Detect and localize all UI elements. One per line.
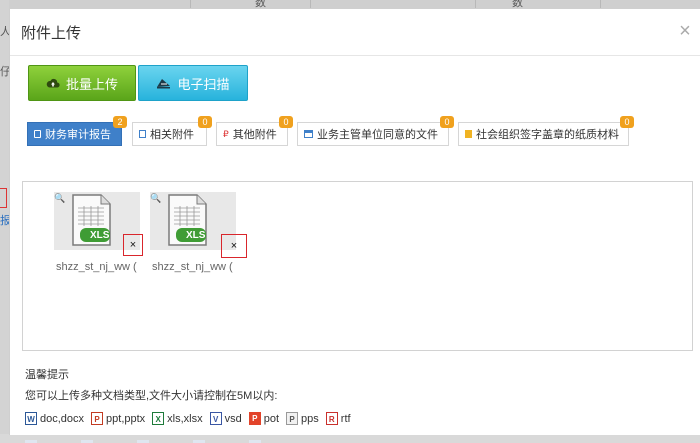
tab-count-badge: 0 <box>440 116 454 128</box>
folder-icon <box>139 130 146 138</box>
tab-label: 财务审计报告 <box>45 129 111 141</box>
tab-label: 业务主管单位同意的文件 <box>317 129 438 141</box>
file-list-area: 🔍 XLS × shzz_st_nj_ww ( 🔍 XLS × shzz_st_… <box>22 181 693 351</box>
file-type-item: Wdoc,docx <box>25 412 84 425</box>
file-type-label: pps <box>301 412 319 425</box>
file-name: shzz_st_nj_ww ( <box>56 261 137 273</box>
tab-count-badge: 0 <box>279 116 293 128</box>
folder-icon <box>34 130 41 138</box>
zoom-icon[interactable]: 🔍 <box>150 193 161 204</box>
word-icon: W <box>25 412 37 425</box>
zoom-icon[interactable]: 🔍 <box>54 193 65 204</box>
batch-upload-label: 批量上传 <box>65 76 118 92</box>
file-type-label: ppt,pptx <box>106 412 146 425</box>
file-type-label: doc,docx <box>40 412 85 425</box>
file-type-item: Xxls,xlsx <box>152 412 203 425</box>
pot-icon: P <box>248 412 261 425</box>
tab-related-attachments[interactable]: 相关附件 0 <box>132 116 212 146</box>
file-type-label: pot <box>263 412 280 425</box>
background-left-strip: 人 仔 报 <box>0 0 11 434</box>
tab-supervisor-approval-documents[interactable]: 业务主管单位同意的文件 0 <box>297 116 454 146</box>
upload-dialog: 附件上传 × 批量上传 电子扫描 财务审计报告 2 相关附件 0 ₽ 其他附件 … <box>9 8 700 443</box>
visio-icon: V <box>209 412 222 425</box>
tips-text: 您可以上传多种文档类型,文件大小请控制在5M以内: <box>25 390 278 402</box>
file-type-item: Ppps <box>286 412 319 425</box>
file-type-label: vsd <box>224 412 242 425</box>
tab-other-attachments[interactable]: ₽ 其他附件 0 <box>216 116 293 146</box>
file-type-label: XLS <box>90 230 110 241</box>
file-type-item: Vvsd <box>209 412 242 425</box>
tab-count-badge: 0 <box>198 116 212 128</box>
supported-types-list: Wdoc,docx Pppt,pptx Xxls,xlsx Vvsd Ppot … <box>25 412 358 425</box>
dialog-title: 附件上传 <box>21 25 82 42</box>
dialog-header: 附件上传 × <box>10 9 700 56</box>
scanner-icon <box>156 77 171 89</box>
batch-upload-button[interactable]: 批量上传 <box>28 65 136 101</box>
tab-label: 其他附件 <box>232 129 277 141</box>
cloud-upload-icon <box>46 77 60 89</box>
file-type-item: Ppot <box>248 412 280 425</box>
file-type-item: Rrtf <box>325 412 351 425</box>
file-card[interactable]: 🔍 XLS × shzz_st_nj_ww ( <box>54 192 144 287</box>
tab-count-badge: 0 <box>620 116 634 128</box>
close-button[interactable]: × <box>677 21 693 41</box>
tab-label: 相关附件 <box>150 129 194 141</box>
more-types-row-clipped <box>25 435 325 443</box>
payment-icon: ₽ <box>223 129 229 139</box>
background-highlight <box>0 188 7 208</box>
ppt-icon: P <box>91 412 104 425</box>
excel-icon: X <box>152 412 165 425</box>
tab-signed-sealed-paper-materials[interactable]: 社会组织签字盖章的纸质材料 0 <box>458 116 634 146</box>
file-card[interactable]: 🔍 XLS × shzz_st_nj_ww ( <box>150 192 247 287</box>
file-type-label: rtf <box>340 412 351 425</box>
document-icon <box>465 130 472 138</box>
delete-file-button[interactable]: × <box>221 234 247 258</box>
scan-button[interactable]: 电子扫描 <box>138 65 248 101</box>
pps-icon: P <box>286 412 299 425</box>
tips-title: 温馨提示 <box>25 369 69 381</box>
file-type-label: XLS <box>186 230 206 241</box>
file-type-label: xls,xlsx <box>167 412 203 425</box>
tab-label: 社会组织签字盖章的纸质材料 <box>476 129 619 141</box>
file-name: shzz_st_nj_ww ( <box>152 261 233 273</box>
card-icon <box>304 130 313 138</box>
rtf-icon: R <box>325 412 338 425</box>
tab-financial-audit-report[interactable]: 财务审计报告 2 <box>27 116 127 146</box>
file-type-item: Pppt,pptx <box>91 412 145 425</box>
scan-label: 电子扫描 <box>177 76 230 92</box>
tab-count-badge: 2 <box>113 116 127 128</box>
delete-file-button[interactable]: × <box>123 234 143 256</box>
